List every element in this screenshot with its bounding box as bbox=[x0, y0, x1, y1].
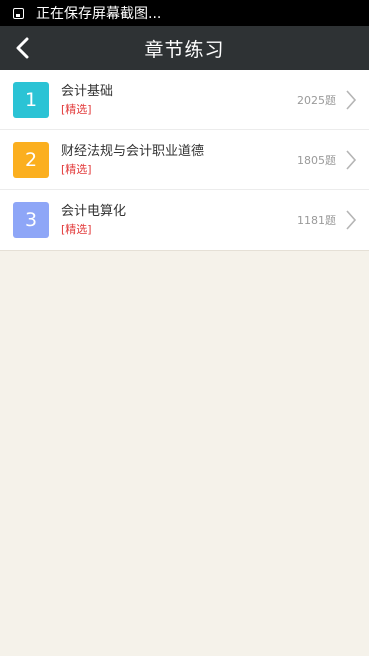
featured-tag: [精选] bbox=[61, 162, 92, 176]
featured-tag: [精选] bbox=[61, 223, 92, 236]
chapter-name: 财经法规与会计职业道德 bbox=[61, 143, 205, 159]
featured-tag: [精选] bbox=[61, 102, 92, 116]
chapter-number-badge: 2 bbox=[13, 141, 49, 178]
chevron-right-icon bbox=[346, 150, 357, 170]
chapter-number-badge: 3 bbox=[13, 202, 49, 238]
question-count: 1181题 bbox=[297, 214, 336, 227]
chapter-number-badge: 1 bbox=[13, 81, 49, 118]
chevron-left-icon bbox=[16, 37, 29, 59]
back-button[interactable] bbox=[9, 34, 37, 62]
status-bar: 正在保存屏幕截图... bbox=[0, 0, 369, 26]
chapter-name: 会计基础 bbox=[61, 83, 114, 99]
question-count: 1805题 bbox=[297, 153, 336, 167]
chapter-list: 1 会计基础 [精选] 2025题 2 财经法规与会计职业道德 [精选] 180… bbox=[0, 70, 369, 251]
status-text: 正在保存屏幕截图... bbox=[36, 6, 162, 22]
screenshot-icon bbox=[13, 7, 24, 19]
question-count: 2025题 bbox=[297, 93, 336, 107]
chevron-right-icon bbox=[346, 210, 357, 230]
page-title: 章节练习 bbox=[144, 38, 225, 61]
list-item[interactable]: 3 会计电算化 [精选] 1181题 bbox=[0, 190, 369, 250]
top-app-bar: 章节练习 bbox=[0, 26, 369, 70]
chapter-name: 会计电算化 bbox=[61, 204, 127, 219]
list-item[interactable]: 2 财经法规与会计职业道德 [精选] 1805题 bbox=[0, 130, 369, 190]
list-item[interactable]: 1 会计基础 [精选] 2025题 bbox=[0, 70, 369, 130]
chevron-right-icon bbox=[346, 90, 357, 110]
